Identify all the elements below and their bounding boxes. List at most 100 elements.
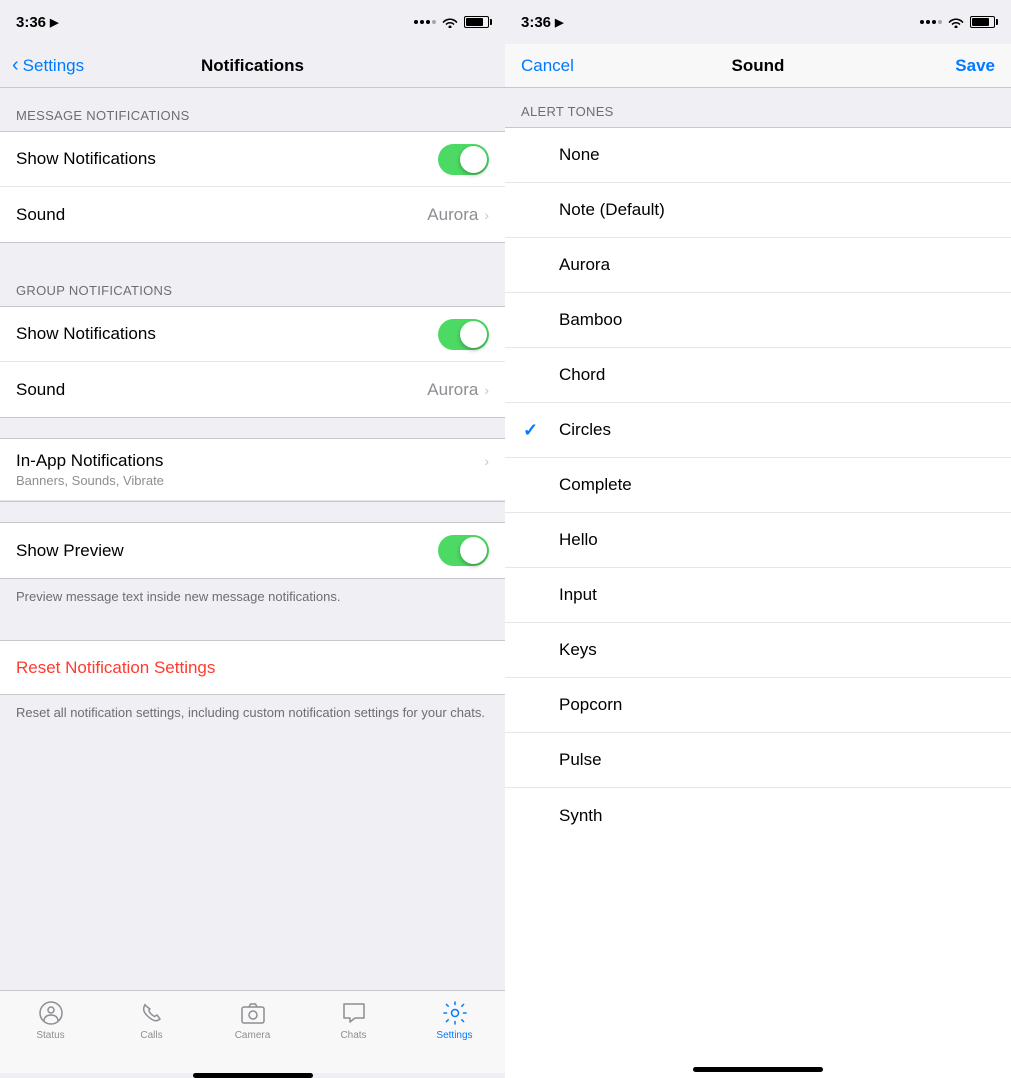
toggle-thumb-2 [460, 321, 487, 348]
right-location-icon: ▶ [555, 16, 563, 29]
wifi-icon [442, 16, 458, 28]
in-app-row-inner: In-App Notifications › [16, 451, 489, 471]
message-sound-row[interactable]: Sound Aurora › [0, 187, 505, 242]
in-app-notifications-row[interactable]: In-App Notifications › Banners, Sounds, … [0, 439, 505, 501]
message-sound-value-text: Aurora [427, 205, 478, 225]
message-show-notifications-label: Show Notifications [16, 149, 156, 169]
sound-item[interactable]: None [505, 128, 1011, 183]
sound-item[interactable]: Chord [505, 348, 1011, 403]
tab-camera[interactable]: Camera [202, 999, 303, 1041]
reset-description: Reset all notification settings, includi… [0, 695, 505, 736]
in-app-notifications-label: In-App Notifications [16, 451, 163, 471]
back-button[interactable]: ‹ Settings [12, 54, 84, 77]
tab-camera-label: Camera [235, 1030, 271, 1041]
sound-nav-bar: Cancel Sound Save [505, 44, 1011, 88]
nav-bar: ‹ Settings Notifications [0, 44, 505, 88]
sound-item-label: Complete [559, 475, 632, 495]
message-notifications-group: Show Notifications Sound Aurora › [0, 131, 505, 243]
sound-item[interactable]: Popcorn [505, 678, 1011, 733]
home-indicator-right [505, 1058, 1011, 1078]
spacer-1 [0, 243, 505, 263]
group-sound-value-text: Aurora [427, 380, 478, 400]
sound-item[interactable]: Pulse [505, 733, 1011, 788]
tab-calls[interactable]: Calls [101, 999, 202, 1041]
group-sound-label: Sound [16, 380, 65, 400]
time-display: 3:36 ▶ [16, 14, 59, 31]
tab-chats-label: Chats [340, 1030, 366, 1041]
group-notifications-group: Show Notifications Sound Aurora › [0, 306, 505, 418]
status-icon [37, 999, 65, 1027]
in-app-group: In-App Notifications › Banners, Sounds, … [0, 438, 505, 502]
sound-title: Sound [732, 56, 785, 76]
group-show-notifications-toggle[interactable] [438, 319, 489, 350]
tab-status-label: Status [36, 1030, 64, 1041]
right-time-display: 3:36 ▶ [521, 14, 564, 31]
back-chevron: ‹ [12, 54, 19, 77]
group-show-notifications-row[interactable]: Show Notifications [0, 307, 505, 362]
show-preview-description: Preview message text inside new message … [0, 579, 505, 620]
sound-item[interactable]: ✓Circles [505, 403, 1011, 458]
right-status-icons [920, 16, 995, 28]
message-sound-value: Aurora › [427, 205, 489, 225]
sound-item-label: Keys [559, 640, 597, 660]
message-show-notifications-toggle[interactable] [438, 144, 489, 175]
message-notifications-header: MESSAGE NOTIFICATIONS [0, 88, 505, 131]
sound-item[interactable]: Hello [505, 513, 1011, 568]
status-bar-left: 3:36 ▶ [0, 0, 505, 44]
sound-item-label: Input [559, 585, 597, 605]
sound-item-label: Note (Default) [559, 200, 665, 220]
notifications-screen: 3:36 ▶ ‹ Settings Notifications [0, 0, 505, 1078]
status-bar-right: 3:36 ▶ [505, 0, 1011, 44]
group-show-notifications-label: Show Notifications [16, 324, 156, 344]
right-wifi-icon [948, 16, 964, 28]
camera-icon [239, 999, 267, 1027]
calls-icon [138, 999, 166, 1027]
tab-settings-label: Settings [436, 1030, 472, 1041]
sound-item-label: Bamboo [559, 310, 622, 330]
chats-icon [340, 999, 368, 1027]
sound-item-label: Pulse [559, 750, 602, 770]
tab-chats[interactable]: Chats [303, 999, 404, 1041]
sound-item[interactable]: Keys [505, 623, 1011, 678]
tab-settings[interactable]: Settings [404, 999, 505, 1041]
sound-item[interactable]: Synth [505, 788, 1011, 843]
back-label[interactable]: Settings [23, 56, 84, 76]
sound-item[interactable]: Bamboo [505, 293, 1011, 348]
signal-dots [414, 20, 436, 24]
message-sound-label: Sound [16, 205, 65, 225]
cancel-button[interactable]: Cancel [521, 56, 581, 76]
sound-item-label: Aurora [559, 255, 610, 275]
group-sound-chevron: › [484, 382, 489, 398]
group-notifications-header: GROUP NOTIFICATIONS [0, 263, 505, 306]
reset-notification-settings-button[interactable]: Reset Notification Settings [0, 640, 505, 695]
sound-item[interactable]: Complete [505, 458, 1011, 513]
sound-item[interactable]: Aurora [505, 238, 1011, 293]
checkmark-icon: ✓ [523, 420, 538, 441]
alert-tones-header: ALERT TONES [505, 88, 1011, 127]
sound-item[interactable]: Note (Default) [505, 183, 1011, 238]
settings-icon [441, 999, 469, 1027]
scroll-content: MESSAGE NOTIFICATIONS Show Notifications… [0, 88, 505, 990]
sound-list: None Note (Default) Aurora Bamboo Chord✓Circ… [505, 127, 1011, 1058]
message-show-notifications-row[interactable]: Show Notifications [0, 132, 505, 187]
status-icons [414, 16, 489, 28]
toggle-thumb-3 [460, 537, 487, 564]
in-app-chevron: › [484, 453, 489, 469]
right-signal-dots [920, 20, 942, 24]
sound-item-label: Synth [559, 806, 602, 826]
group-sound-row[interactable]: Sound Aurora › [0, 362, 505, 417]
tab-status[interactable]: Status [0, 999, 101, 1041]
save-button[interactable]: Save [935, 56, 995, 76]
tab-bar: Status Calls Camera [0, 990, 505, 1073]
sound-item[interactable]: Input [505, 568, 1011, 623]
show-preview-row[interactable]: Show Preview [0, 523, 505, 578]
sound-item-label: Popcorn [559, 695, 622, 715]
sound-item-label: Hello [559, 530, 598, 550]
battery-icon [464, 16, 489, 28]
show-preview-toggle[interactable] [438, 535, 489, 566]
tab-calls-label: Calls [140, 1030, 162, 1041]
home-bar-right [693, 1067, 823, 1072]
reset-label: Reset Notification Settings [16, 658, 215, 678]
message-sound-chevron: › [484, 207, 489, 223]
reset-section: Reset Notification Settings Reset all no… [0, 640, 505, 736]
